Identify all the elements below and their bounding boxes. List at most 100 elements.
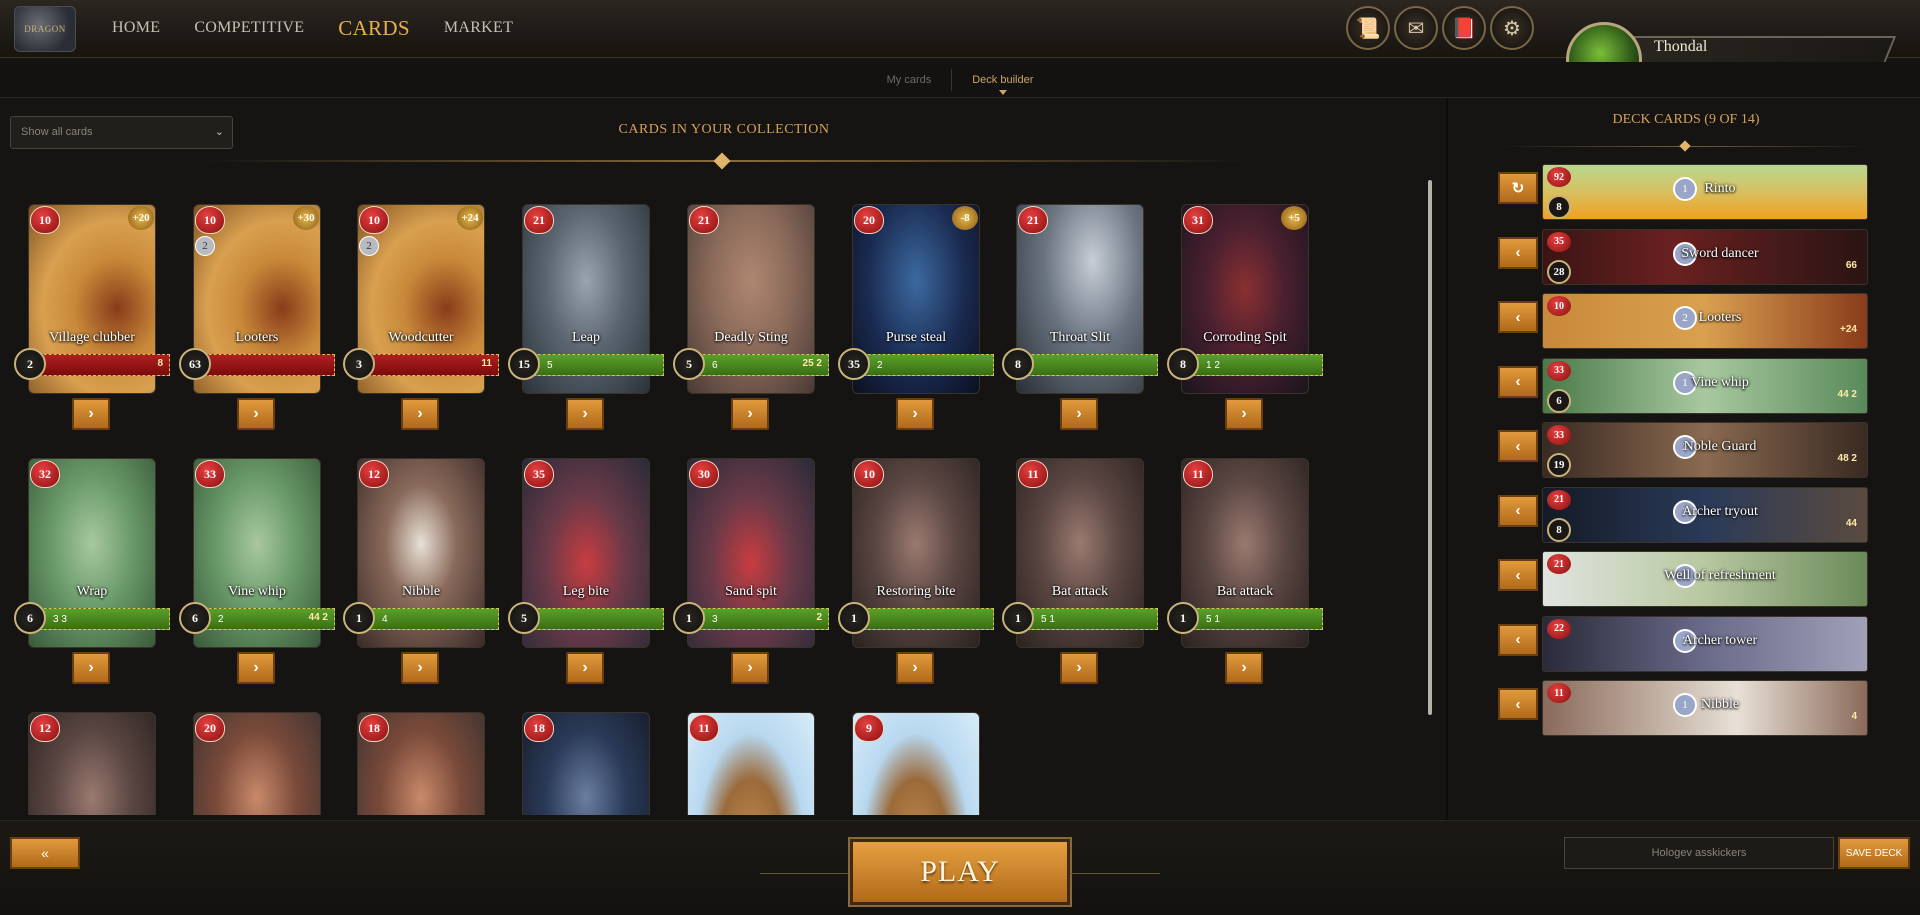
deck-card[interactable]: 35 28 2 Sword dancer 66 xyxy=(1542,228,1868,285)
deck-card-row: ‹ 21 1 Well of refreshment xyxy=(1498,551,1872,609)
collection-scrollbar[interactable] xyxy=(1428,180,1432,715)
add-to-deck-button[interactable]: › xyxy=(896,652,934,684)
book-icon[interactable]: 📕 xyxy=(1442,6,1486,50)
collection-card[interactable]: 12 Nibble 4 1 › xyxy=(343,450,499,684)
deck-card[interactable]: 33 19 2 Noble Guard 48 2 xyxy=(1542,422,1868,478)
cost-badge: 1 xyxy=(838,602,870,634)
health-heart-icon: 11 xyxy=(1183,460,1213,488)
collection-card[interactable]: 30 Sand spit 3 2 1 › xyxy=(673,450,829,684)
save-deck-button[interactable]: SAVE DECK xyxy=(1838,837,1910,869)
add-to-deck-button[interactable]: › xyxy=(731,652,769,684)
cost-badge: 2 xyxy=(14,348,46,380)
remove-from-deck-button[interactable]: ‹ xyxy=(1498,430,1538,462)
top-icon-bar: 📜 ✉ 📕 ⚙ xyxy=(1346,6,1534,50)
collection-card[interactable]: 11 xyxy=(673,704,821,815)
mail-icon[interactable]: ✉ xyxy=(1394,6,1438,50)
filter-value: Show all cards xyxy=(21,126,93,138)
collection-divider xyxy=(200,152,1250,170)
stat-left-value: 2 xyxy=(877,359,883,371)
deck-card[interactable]: 10 2 Looters +24 xyxy=(1542,293,1868,349)
bonus-badge: -8 xyxy=(952,206,978,230)
collection-card[interactable]: 21 Deadly Sting 6 25 2 5 › xyxy=(673,196,829,430)
stat-right-value: 11 xyxy=(481,358,492,369)
collection-card[interactable]: 18 xyxy=(343,704,491,815)
add-to-deck-button[interactable]: › xyxy=(72,398,110,430)
deck-card[interactable]: 92 8 1 Rinto xyxy=(1542,164,1868,220)
deck-card-name: Vine whip xyxy=(1691,374,1749,390)
add-to-deck-button[interactable]: › xyxy=(1225,398,1263,430)
nav-cards[interactable]: CARDS xyxy=(338,16,410,41)
add-to-deck-button[interactable]: › xyxy=(237,398,275,430)
card-name: Nibble xyxy=(401,584,441,599)
collection-card[interactable]: 20 -8 Purse steal 2 35 › xyxy=(838,196,994,430)
deck-card-stat: 4 xyxy=(1851,711,1857,722)
collection-card[interactable]: 18 xyxy=(508,704,656,815)
tab-deck-builder[interactable]: Deck builder xyxy=(952,74,1053,95)
collection-card[interactable]: 10 +24 2 Woodcutter 11 3 › xyxy=(343,196,499,430)
add-to-deck-button[interactable]: › xyxy=(896,398,934,430)
deck-card-stat: +24 xyxy=(1840,324,1857,335)
card-name: Corroding Spit xyxy=(1203,330,1287,345)
stat-left-value: 5 xyxy=(547,359,553,371)
deck-card[interactable]: 22 3 Archer tower xyxy=(1542,615,1868,672)
stat-left-value: 1 2 xyxy=(1206,359,1220,371)
card-name: Leg bite xyxy=(562,584,610,599)
add-to-deck-button[interactable]: › xyxy=(566,398,604,430)
collection-card[interactable]: 32 Wrap 3 3 6 › xyxy=(14,450,170,684)
game-logo[interactable]: DRAGON xyxy=(14,6,76,52)
remove-from-deck-button[interactable]: ‹ xyxy=(1498,494,1538,527)
scroll-icon[interactable]: 📜 xyxy=(1346,6,1390,50)
deck-card-row: ‹ 35 28 2 Sword dancer 66 xyxy=(1498,228,1872,287)
collection-card[interactable]: 10 +30 2 Looters 63 › xyxy=(179,196,335,430)
add-to-deck-button[interactable]: › xyxy=(731,398,769,430)
gear-icon[interactable]: ⚙ xyxy=(1490,6,1534,50)
card-name: Deadly Sting xyxy=(714,330,788,345)
remove-from-deck-button[interactable]: ‹ xyxy=(1498,301,1538,333)
collection-card[interactable]: 11 Bat attack 5 1 1 › xyxy=(1167,450,1323,684)
collection-card[interactable]: 10 Restoring bite 1 › xyxy=(838,450,994,684)
add-to-deck-button[interactable]: › xyxy=(237,652,275,684)
collection-card[interactable]: 33 Vine whip 2 44 2 6 › xyxy=(179,450,335,684)
card-filter-select[interactable]: Show all cards ⌄ xyxy=(10,116,233,149)
health-heart-icon: 11 xyxy=(1018,460,1048,488)
collection-card[interactable]: 20 xyxy=(179,704,327,815)
deck-card[interactable]: 21 1 Well of refreshment xyxy=(1542,551,1868,607)
nav-competitive[interactable]: COMPETITIVE xyxy=(194,19,304,37)
remove-from-deck-button[interactable]: ‹ xyxy=(1498,236,1538,269)
add-to-deck-button[interactable]: › xyxy=(401,398,439,430)
play-button[interactable]: PLAY xyxy=(848,837,1072,907)
swap-card-button[interactable]: ↻ xyxy=(1498,172,1538,204)
add-to-deck-button[interactable]: › xyxy=(401,652,439,684)
nav-market[interactable]: MARKET xyxy=(444,19,513,37)
deck-name-input[interactable] xyxy=(1564,837,1834,869)
collection-card[interactable]: 21 Leap 5 15 › xyxy=(508,196,664,430)
tab-my-cards[interactable]: My cards xyxy=(867,74,952,86)
remove-from-deck-button[interactable]: ‹ xyxy=(1498,688,1538,720)
collection-card[interactable]: 9 xyxy=(838,704,986,815)
remove-from-deck-button[interactable]: ‹ xyxy=(1498,365,1538,398)
remove-from-deck-button[interactable]: ‹ xyxy=(1498,559,1538,591)
remove-from-deck-button[interactable]: ‹ xyxy=(1498,623,1538,656)
collection-card[interactable]: 31 +5 Corroding Spit 1 2 8 › xyxy=(1167,196,1323,430)
health-heart-icon: 10 xyxy=(195,206,225,234)
divider-gem-icon xyxy=(1679,140,1691,152)
nav-home[interactable]: HOME xyxy=(112,19,160,37)
deck-card[interactable]: 11 1 Nibble 4 xyxy=(1542,680,1868,736)
cost-badge: 6 xyxy=(14,602,46,634)
add-to-deck-button[interactable]: › xyxy=(1225,652,1263,684)
deck-card-name: Looters xyxy=(1698,310,1742,325)
back-button[interactable]: « xyxy=(10,837,80,869)
deck-card[interactable]: 33 6 1 Vine whip 44 2 xyxy=(1542,357,1868,414)
collection-card[interactable]: 12 xyxy=(14,704,162,815)
add-to-deck-button[interactable]: › xyxy=(72,652,110,684)
collection-card[interactable]: 10 +20 Village clubber 8 2 › xyxy=(14,196,170,430)
collection-card[interactable]: 35 Leg bite 5 › xyxy=(508,450,664,684)
collection-card[interactable]: 21 Throat Slit 8 › xyxy=(1002,196,1158,430)
health-heart-icon: 32 xyxy=(30,460,60,488)
deck-card-row: ‹ 11 1 Nibble 4 xyxy=(1498,680,1872,738)
add-to-deck-button[interactable]: › xyxy=(1060,398,1098,430)
deck-card[interactable]: 21 8 2 Archer tryout 44 xyxy=(1542,486,1868,543)
add-to-deck-button[interactable]: › xyxy=(566,652,604,684)
add-to-deck-button[interactable]: › xyxy=(1060,652,1098,684)
collection-card[interactable]: 11 Bat attack 5 1 1 › xyxy=(1002,450,1158,684)
